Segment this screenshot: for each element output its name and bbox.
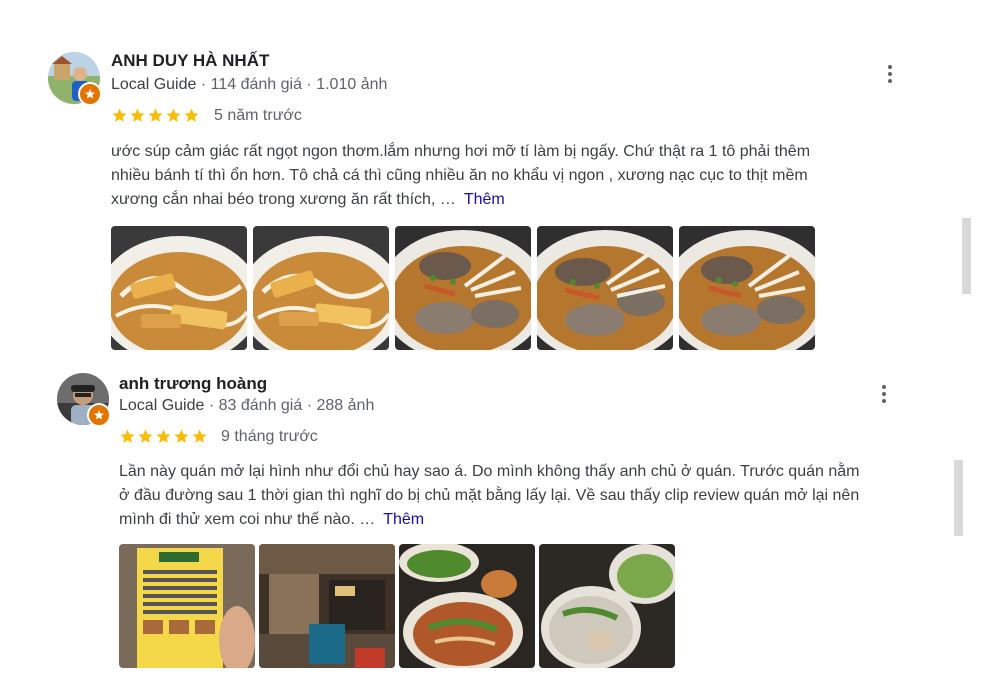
noodle-soup-meat-photo[interactable]	[537, 226, 673, 350]
scrollbar-thumb[interactable]	[962, 218, 971, 294]
avatar[interactable]	[48, 52, 102, 106]
star-icon	[192, 429, 207, 443]
noodle-soup-meat-photo[interactable]	[395, 226, 531, 350]
reviewer-name[interactable]: anh trương hoàng	[119, 374, 267, 394]
review-text: ước súp cảm giác rất ngọt ngon thơm.lắm …	[111, 140, 810, 212]
noodle-soup-fishcake-photo[interactable]	[111, 226, 247, 350]
local-guide-label: Local Guide	[111, 76, 197, 93]
review-text-line: ở đầu đường sau 1 thời gian thì nghĩ do …	[119, 487, 860, 504]
review-text-line: ước súp cảm giác rất ngọt ngon thơm.lắm …	[111, 143, 811, 160]
review-text-line: mình đi thử xem coi như thế nào. …	[119, 511, 376, 528]
star-icon	[174, 429, 189, 443]
meta-separator: ·	[200, 76, 211, 93]
more-vert-icon[interactable]	[878, 62, 902, 86]
star-icon	[166, 108, 181, 122]
photos-count: 1.010 ảnh	[316, 76, 388, 93]
star-icon	[148, 108, 163, 122]
more-vert-icon[interactable]	[872, 382, 896, 406]
star-rating	[111, 107, 200, 124]
reviews-count: 83 đánh giá	[218, 397, 303, 414]
meta-separator: ·	[306, 76, 317, 93]
menu-photo[interactable]	[119, 544, 255, 668]
star-icon	[156, 429, 171, 443]
reviewer-meta: Local Guide · 114 đánh giá · 1.010 ảnh	[111, 76, 387, 94]
star-rating	[119, 428, 208, 445]
star-icon	[130, 108, 145, 122]
meta-separator: ·	[208, 397, 219, 414]
review-text-line: nhiều bánh tí thì ổn hơn. Tô chả cá thì …	[111, 167, 808, 184]
star-icon	[112, 108, 127, 122]
review-time: 9 tháng trước	[221, 428, 318, 445]
noodle-bowl-photo[interactable]	[399, 544, 535, 668]
avatar[interactable]	[57, 373, 111, 427]
noodle-soup-fishcake-photo[interactable]	[253, 226, 389, 350]
scrollbar-thumb[interactable]	[954, 460, 963, 536]
review-text-line: xương cắn nhai béo trong xương ăn rất th…	[111, 191, 456, 208]
noodle-soup-meat-photo[interactable]	[679, 226, 815, 350]
more-button[interactable]: Thêm	[383, 511, 424, 528]
reviewer-name[interactable]: ANH DUY HÀ NHẤT	[111, 51, 269, 71]
soup-bowls-photo[interactable]	[539, 544, 675, 668]
review-photos	[119, 544, 675, 668]
star-icon	[120, 429, 135, 443]
shop-front-photo[interactable]	[259, 544, 395, 668]
review-photos	[111, 226, 815, 350]
star-icon	[138, 429, 153, 443]
photos-count: 288 ảnh	[316, 397, 375, 414]
review-text-line: Lần này quán mở lại hình như đổi chủ hay…	[119, 463, 860, 480]
reviews-count: 114 đánh giá	[210, 76, 302, 93]
star-icon	[184, 108, 199, 122]
local-guide-label: Local Guide	[119, 397, 205, 414]
meta-separator: ·	[306, 397, 317, 414]
reviewer-meta: Local Guide · 83 đánh giá · 288 ảnh	[119, 397, 374, 415]
local-guide-badge-icon	[87, 403, 111, 427]
review-text: Lần này quán mở lại hình như đổi chủ hay…	[119, 460, 859, 532]
local-guide-badge-icon	[78, 82, 102, 106]
review-time: 5 năm trước	[214, 107, 302, 124]
more-button[interactable]: Thêm	[464, 191, 505, 208]
